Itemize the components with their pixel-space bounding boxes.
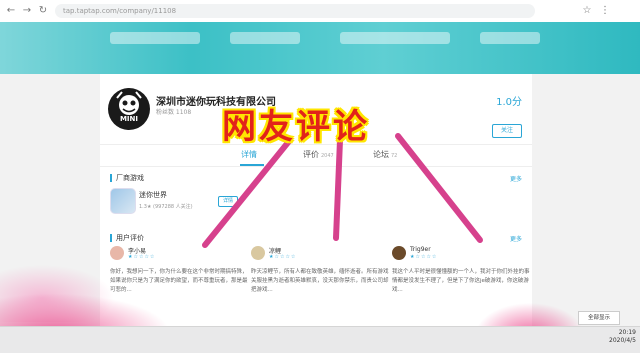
game-icon	[110, 188, 136, 214]
forward-icon[interactable]: →	[20, 4, 34, 18]
review-stars: ★☆☆☆☆	[269, 254, 297, 260]
tab-reviews[interactable]: 评价 2047	[303, 149, 334, 160]
extensions-icon[interactable]: ⋮	[598, 4, 612, 18]
user-reviews-title: 用户评价	[110, 234, 144, 242]
tab-details[interactable]: 详情	[241, 149, 257, 160]
avatar	[251, 246, 265, 260]
site-banner	[0, 22, 640, 74]
vendor-games-more-link[interactable]: 更多	[510, 174, 522, 183]
address-bar[interactable]: tap.taptap.com/company/11108	[55, 4, 535, 18]
review-stars: ★☆☆☆☆	[410, 254, 438, 260]
reload-icon[interactable]: ↻	[36, 4, 50, 18]
active-tab-indicator	[240, 164, 264, 166]
game-item[interactable]: 迷你世界 1.3★ (997288 人关注) 详情	[110, 188, 522, 216]
company-rating: 1.0分	[496, 97, 522, 108]
back-icon[interactable]: ←	[4, 4, 18, 18]
user-reviews-more-link[interactable]: 更多	[510, 234, 522, 243]
game-name: 迷你世界	[139, 191, 167, 199]
clock-date: 2020/4/5	[609, 337, 636, 344]
review-card[interactable]: 凉鲤 ★☆☆☆☆ 昨天凉鲤节，所有人都在致敬英雄，缅怀逝者。所有游戏关服挂黑为逝…	[251, 246, 393, 326]
system-clock[interactable]: 20:19 2020/4/5	[609, 329, 636, 345]
tab-forum[interactable]: 论坛 72	[373, 149, 397, 160]
avatar	[110, 246, 124, 260]
review-text: 昨天凉鲤节，所有人都在致敬英雄，缅怀逝者。所有游戏关服挂黑为逝者和英雄默哀，没天…	[251, 269, 389, 293]
review-text: 我这个人平时是很懂懂额的一个人，我对于你们外挂的事情都是没发生不理了，但是下了你…	[392, 269, 530, 293]
taskbar: 20:19 2020/4/5	[0, 326, 640, 353]
company-followers: 粉丝数 1108	[156, 109, 192, 116]
game-meta: 1.3★ (997288 人关注)	[139, 204, 193, 210]
mask-icon	[116, 91, 142, 115]
browser-toolbar: ← → ↻ tap.taptap.com/company/11108 ☆ ⋮	[0, 0, 640, 23]
game-detail-button[interactable]: 详情	[218, 196, 238, 207]
logo-text: MINI	[119, 115, 139, 123]
star-icon[interactable]: ☆	[580, 4, 594, 18]
show-all-button[interactable]: 全部显示	[578, 311, 620, 325]
clock-time: 20:19	[618, 329, 636, 336]
overlay-headline: 网友评论	[222, 107, 370, 147]
review-stars: ★☆☆☆☆	[128, 254, 156, 260]
reviewer-name: Trig9er	[410, 246, 431, 253]
vendor-games-title: 厂商游戏	[110, 174, 144, 182]
company-logo: MINI	[108, 88, 150, 130]
avatar	[392, 246, 406, 260]
follow-button[interactable]: 关注	[492, 124, 522, 138]
